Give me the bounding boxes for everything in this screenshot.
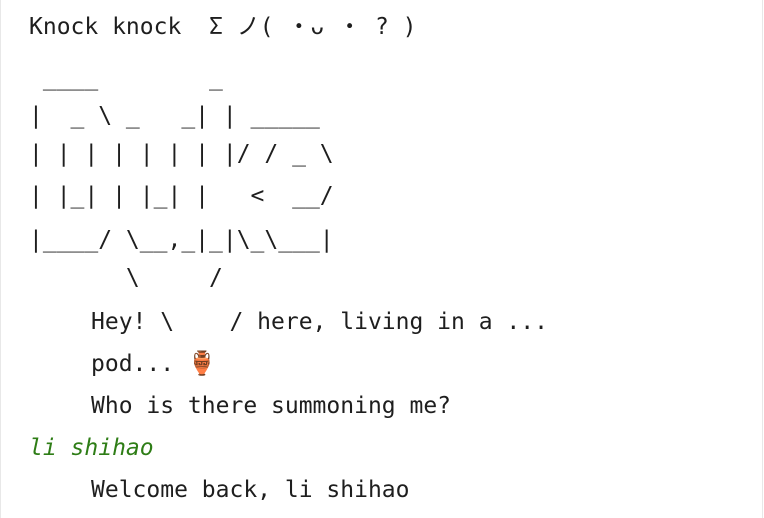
ascii-art-line-5: |____/ \__,_|_|\_\___| [29,227,334,253]
greeting-line-1: Hey! \ / here, living in a ... [91,309,548,335]
terminal-output: Knock knock Σ ノ( ・ᴗ ・ ? ) ____ _ | _ \ _… [0,0,763,518]
user-input: li shihao [29,435,154,461]
ascii-art-line-4: | |_| | |_| | < __/ [29,183,334,209]
ascii-art-line-6: \ / [29,265,223,291]
ascii-art-line-3: | | | | | | | |/ / _ \ [29,141,334,167]
ascii-art-line-1: ____ _ [29,65,223,91]
prompt-question: Who is there summoning me? [91,393,452,419]
ascii-art-line-2: | _ \ _ _| | _____ [29,103,320,129]
welcome-message: Welcome back, li shihao [91,477,410,503]
greeting-line-2: pod... 🏺 [91,351,217,377]
header-line: Knock knock Σ ノ( ・ᴗ ・ ? ) [29,14,417,40]
